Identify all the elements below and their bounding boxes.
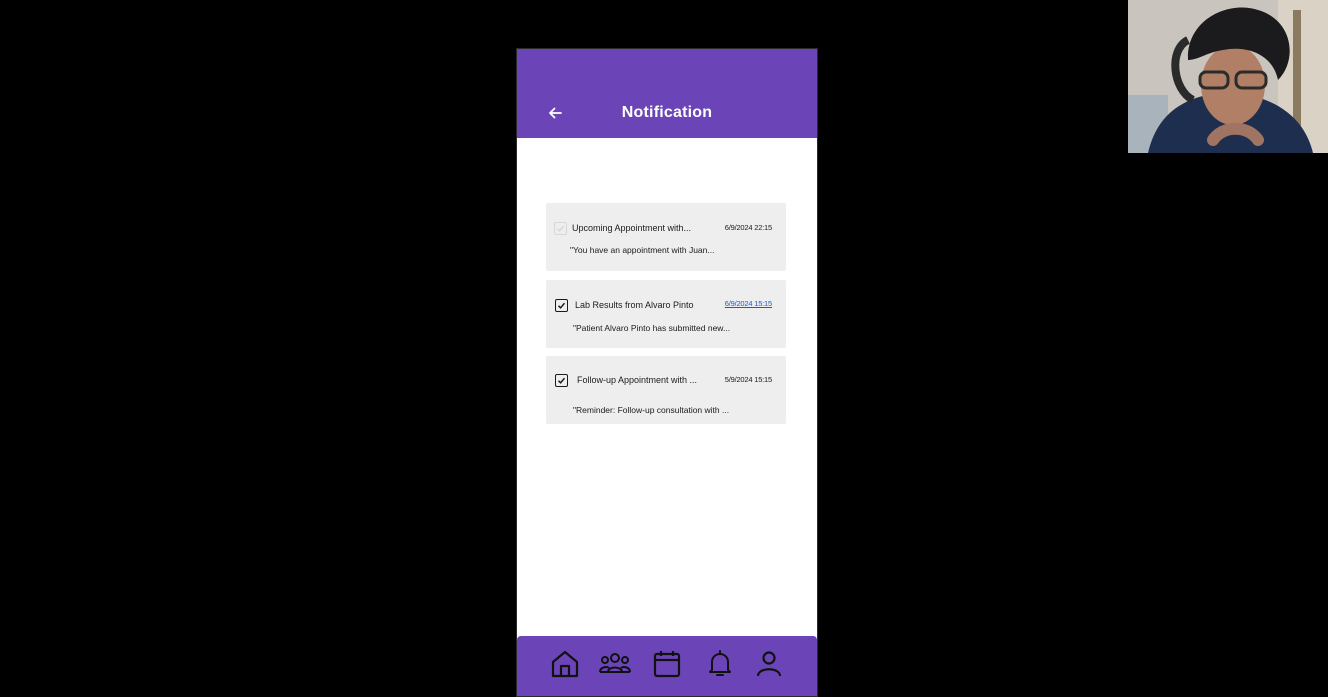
notification-body: "You have an appointment with Juan... xyxy=(570,245,715,255)
home-icon xyxy=(551,650,579,678)
notification-card[interactable]: Upcoming Appointment with... 6/9/2024 22… xyxy=(546,203,786,271)
bell-icon xyxy=(709,650,731,676)
notification-date: 5/9/2024 15:15 xyxy=(724,375,772,384)
notification-body: "Reminder: Follow-up consultation with .… xyxy=(573,405,730,415)
notification-card[interactable]: Follow-up Appointment with ... 5/9/2024 … xyxy=(546,356,786,424)
webcam-video-overlay xyxy=(1128,0,1328,153)
phone-screen: Notification Upcoming Appointment with..… xyxy=(516,48,818,697)
notification-checkbox[interactable] xyxy=(555,299,568,312)
notification-subject: Follow-up Appointment with ... xyxy=(577,375,698,385)
notification-date[interactable]: 6/9/2024 15:15 xyxy=(725,299,772,308)
notification-checkbox[interactable] xyxy=(554,222,567,235)
nav-patients[interactable] xyxy=(598,648,631,680)
check-icon xyxy=(557,377,566,384)
profile-icon xyxy=(756,651,782,677)
page-title: Notification xyxy=(621,104,713,121)
people-icon xyxy=(599,653,631,673)
webcam-person-image xyxy=(1128,0,1328,153)
notification-subject: Upcoming Appointment with... xyxy=(572,223,692,233)
nav-calendar[interactable] xyxy=(651,648,683,680)
nav-notifications[interactable] xyxy=(704,648,736,680)
notification-subject: Lab Results from Alvaro Pinto xyxy=(575,300,694,310)
notification-body: "Patient Alvaro Pinto has submitted new.… xyxy=(573,323,731,333)
check-icon xyxy=(556,225,565,232)
calendar-icon xyxy=(653,651,681,678)
check-icon xyxy=(557,302,566,309)
notification-card[interactable]: Lab Results from Alvaro Pinto 6/9/2024 1… xyxy=(546,280,786,348)
notification-checkbox[interactable] xyxy=(555,374,568,387)
nav-home[interactable] xyxy=(549,648,581,680)
bottom-navigation xyxy=(517,636,817,696)
app-bar: Notification xyxy=(517,49,817,138)
notification-date: 6/9/2024 22:15 xyxy=(724,223,772,232)
nav-profile[interactable] xyxy=(753,648,785,680)
